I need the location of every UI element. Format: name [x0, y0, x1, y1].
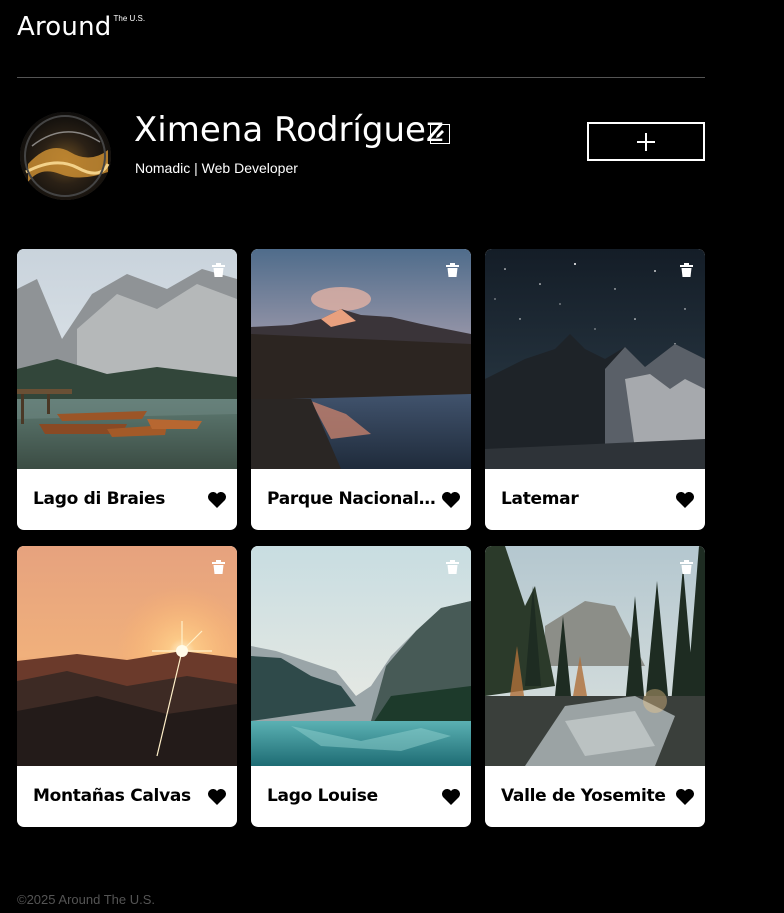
- profile-description: Nomadic | Web Developer: [135, 160, 298, 176]
- card-title: Lago di Braies: [33, 489, 166, 509]
- page: Around The U.S. Ximena Rodríguez Nomadic…: [0, 0, 784, 913]
- card-footer: Parque Nacional de la Vanoise: [251, 469, 471, 530]
- logo-main: Around: [17, 12, 112, 42]
- heart-icon: [208, 492, 226, 508]
- card: Valle de Yosemite: [485, 546, 705, 827]
- trash-icon: [445, 263, 459, 277]
- like-button[interactable]: [674, 491, 696, 511]
- card-image[interactable]: [485, 249, 705, 469]
- delete-card-button[interactable]: [443, 261, 461, 279]
- card-footer: Valle de Yosemite: [485, 766, 705, 827]
- delete-card-button[interactable]: [677, 558, 695, 576]
- card: Montañas Calvas: [17, 546, 237, 827]
- card-footer: Montañas Calvas: [17, 766, 237, 827]
- trash-icon: [445, 560, 459, 574]
- card: Lago di Braies: [17, 249, 237, 530]
- card-image[interactable]: [17, 546, 237, 766]
- delete-card-button[interactable]: [209, 261, 227, 279]
- footer-copyright: ©2025 Around The U.S.: [17, 892, 155, 907]
- avatar[interactable]: [20, 112, 111, 200]
- card-image[interactable]: [251, 546, 471, 766]
- card-title: Valle de Yosemite: [501, 786, 666, 806]
- card-title: Parque Nacional de la Vanoise: [267, 489, 437, 509]
- like-button[interactable]: [440, 491, 462, 511]
- plus-icon: [637, 132, 655, 151]
- card: Latemar: [485, 249, 705, 530]
- delete-card-button[interactable]: [209, 558, 227, 576]
- logo: Around The U.S.: [17, 12, 145, 42]
- trash-icon: [679, 560, 693, 574]
- card: Lago Louise: [251, 546, 471, 827]
- like-button[interactable]: [206, 491, 228, 511]
- heart-icon: [676, 789, 694, 805]
- delete-card-button[interactable]: [443, 558, 461, 576]
- like-button[interactable]: [440, 788, 462, 808]
- heart-icon: [442, 789, 460, 805]
- card: Parque Nacional de la Vanoise: [251, 249, 471, 530]
- like-button[interactable]: [674, 788, 696, 808]
- heart-icon: [208, 789, 226, 805]
- card-image[interactable]: [251, 249, 471, 469]
- edit-profile-button[interactable]: [430, 124, 450, 144]
- pencil-icon: [436, 130, 444, 138]
- delete-card-button[interactable]: [677, 261, 695, 279]
- card-footer: Lago di Braies: [17, 469, 237, 530]
- add-card-button[interactable]: [587, 122, 705, 161]
- card-title: Montañas Calvas: [33, 786, 191, 806]
- header-divider: [17, 77, 705, 78]
- like-button[interactable]: [206, 788, 228, 808]
- trash-icon: [211, 560, 225, 574]
- card-image[interactable]: [485, 546, 705, 766]
- card-footer: Lago Louise: [251, 766, 471, 827]
- heart-icon: [676, 492, 694, 508]
- trash-icon: [211, 263, 225, 277]
- trash-icon: [679, 263, 693, 277]
- card-title: Lago Louise: [267, 786, 378, 806]
- card-footer: Latemar: [485, 469, 705, 530]
- profile-name: Ximena Rodríguez: [134, 110, 444, 150]
- heart-icon: [442, 492, 460, 508]
- logo-sup: The U.S.: [113, 14, 146, 23]
- card-title: Latemar: [501, 489, 579, 509]
- card-image[interactable]: [17, 249, 237, 469]
